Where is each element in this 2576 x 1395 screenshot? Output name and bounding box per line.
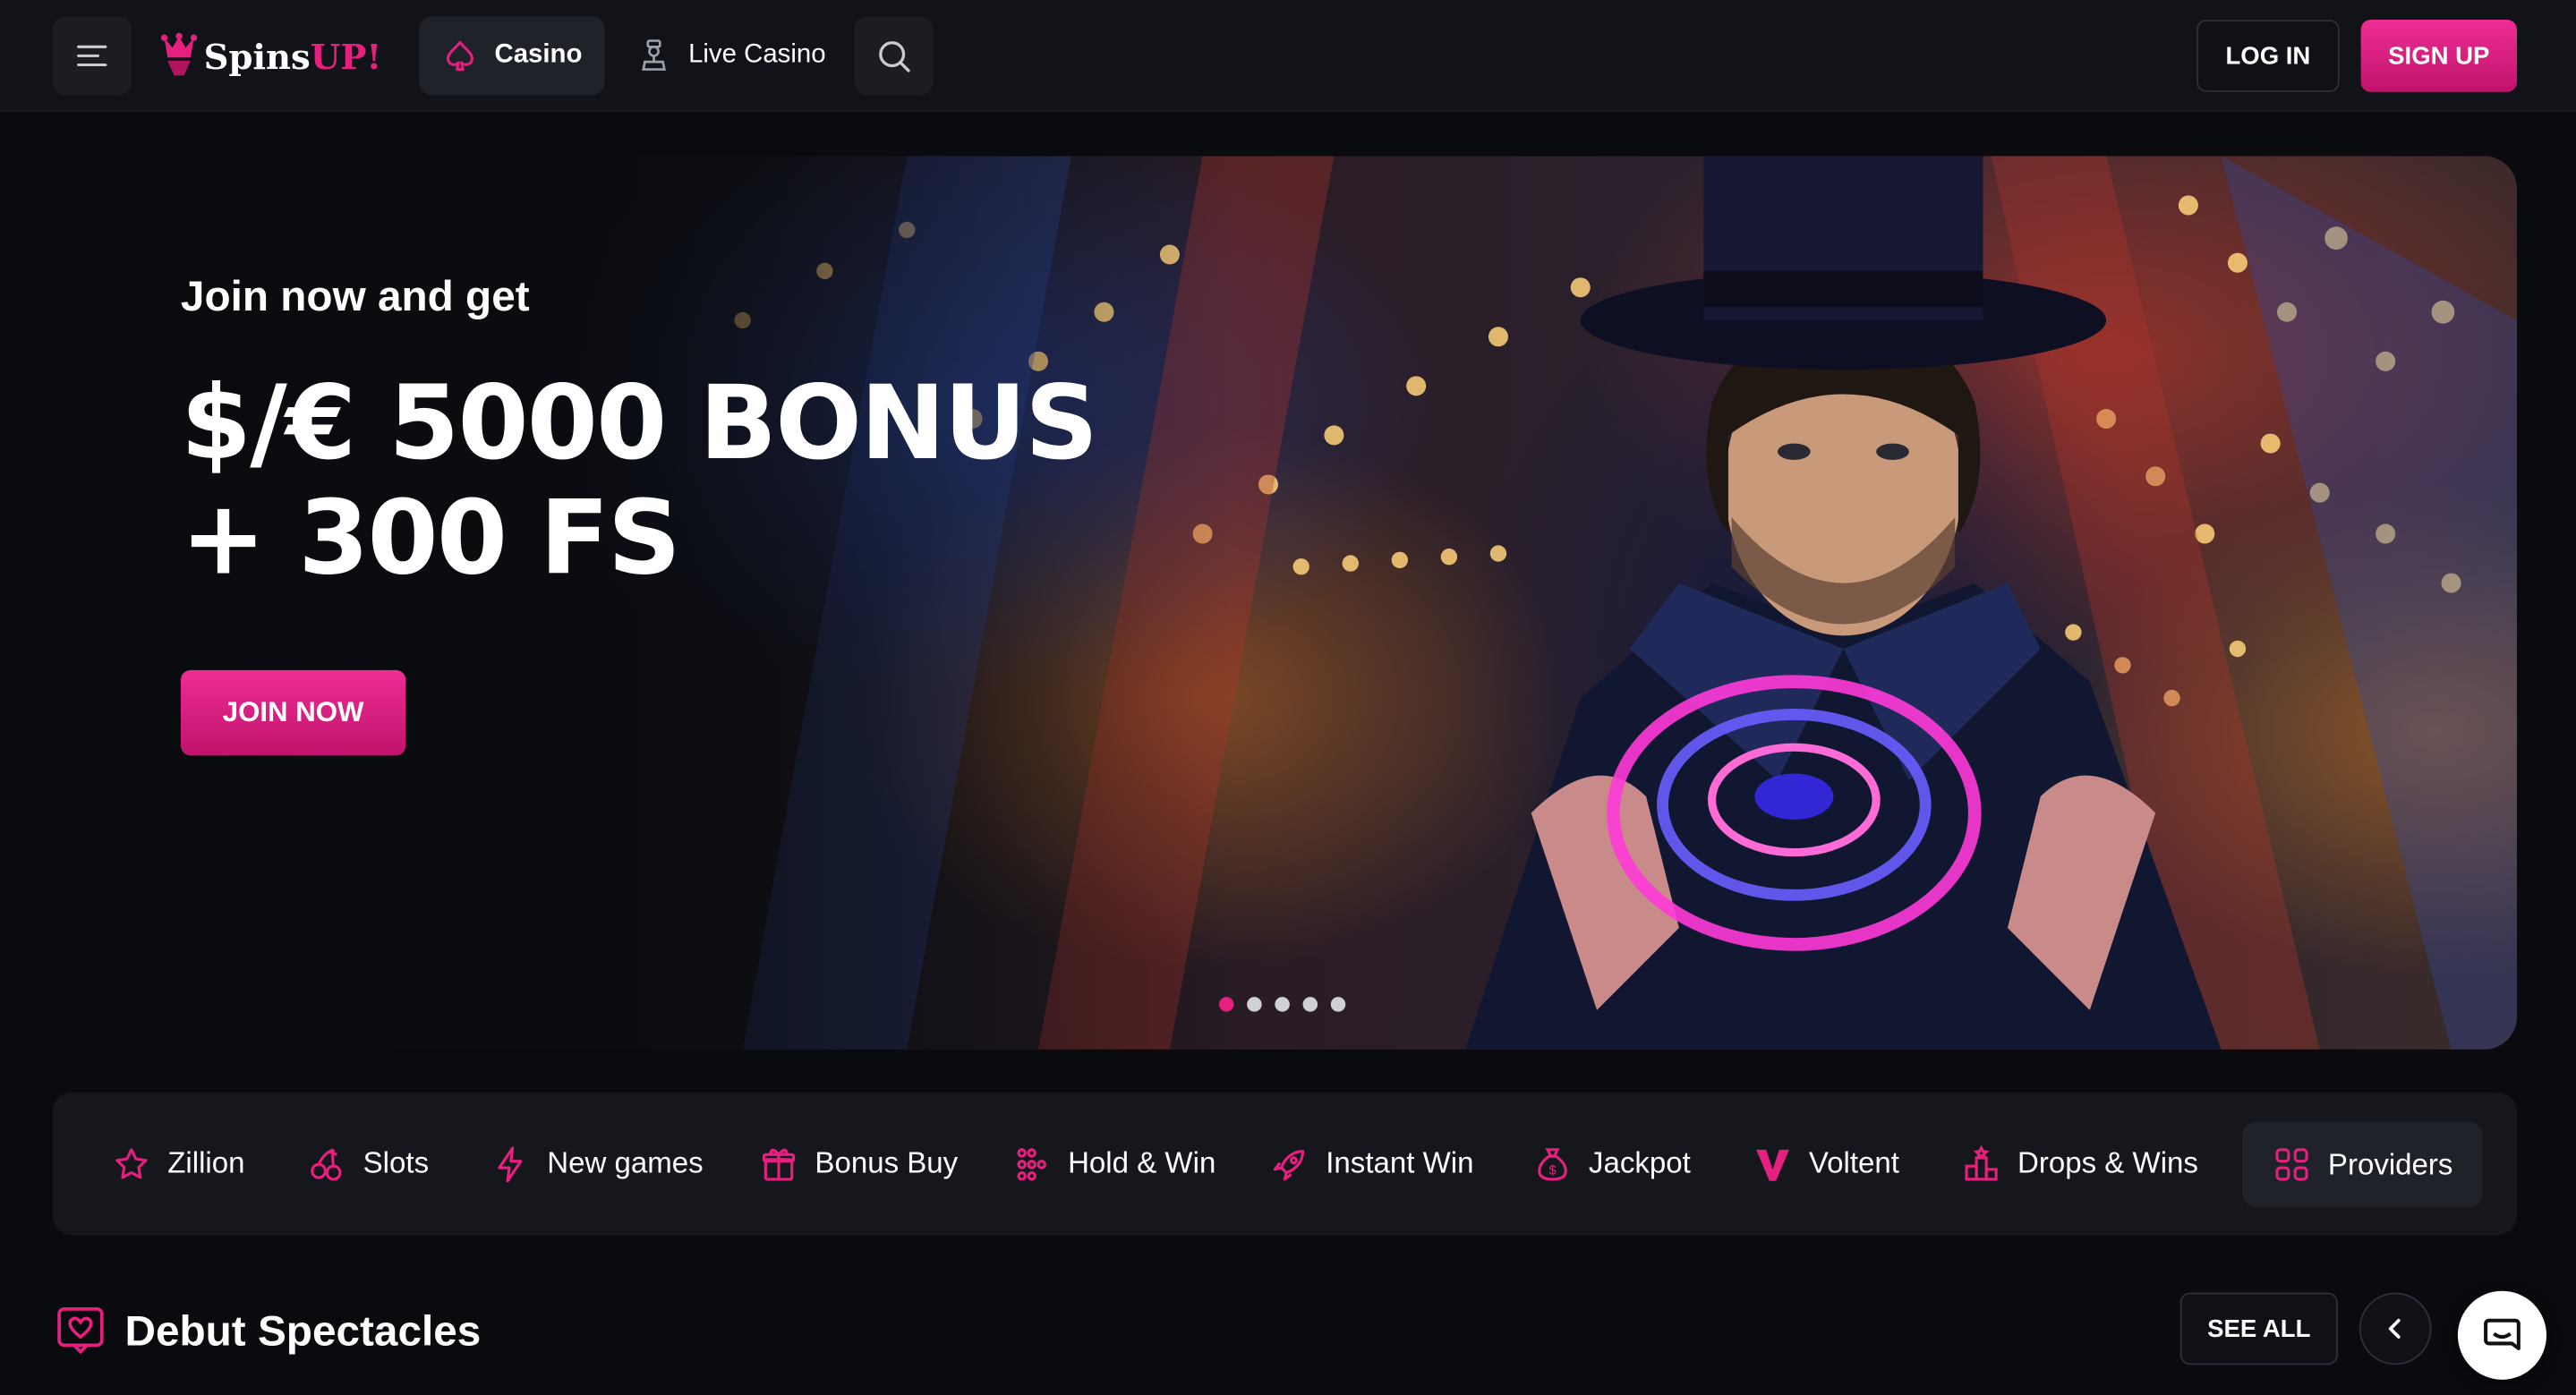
tab-casino-label: Casino: [494, 40, 583, 70]
lightning-icon: [498, 1145, 523, 1182]
category-label: Providers: [2327, 1147, 2453, 1180]
category-label: Slots: [363, 1146, 430, 1179]
prev-button[interactable]: [2358, 1292, 2432, 1365]
carousel-dot[interactable]: [1330, 997, 1346, 1012]
category-zillion[interactable]: Zillion: [112, 1093, 245, 1236]
magician-illustration: [1465, 156, 2222, 1050]
category-slots[interactable]: Slots: [307, 1093, 429, 1236]
category-drops-and-wins[interactable]: Drops & Wins: [1962, 1093, 2198, 1236]
tab-live-casino-label: Live Casino: [688, 40, 826, 70]
top-header: Spins UP! Casino Live Casino LOG IN SIGN …: [0, 0, 2576, 112]
chat-button[interactable]: [2457, 1290, 2547, 1380]
category-voltent[interactable]: Voltent: [1753, 1093, 1899, 1236]
podium-icon: [1965, 1144, 1998, 1180]
see-all-button[interactable]: SEE ALL: [2179, 1292, 2338, 1365]
category-label: Drops & Wins: [2017, 1146, 2198, 1179]
rocket-icon: [1273, 1149, 1305, 1180]
hamburger-icon: [77, 45, 107, 67]
category-hold-and-win[interactable]: Hold & Win: [1012, 1093, 1216, 1236]
category-providers[interactable]: Providers: [2242, 1121, 2483, 1208]
logo-text-up: UP!: [310, 35, 382, 77]
category-new-games[interactable]: New games: [491, 1093, 704, 1236]
money-bag-icon: $: [1538, 1147, 1567, 1180]
carousel-dot[interactable]: [1218, 997, 1234, 1012]
category-bar: Zillion Slots New games Bonus Buy Hold &: [52, 1092, 2517, 1236]
four-squares-icon: [2275, 1148, 2308, 1181]
spade-icon: [446, 40, 473, 72]
site-logo[interactable]: Spins UP!: [158, 23, 381, 89]
login-button[interactable]: LOG IN: [2196, 20, 2340, 92]
jester-logo-icon: [160, 32, 198, 76]
gift-icon: [762, 1147, 796, 1180]
menu-button[interactable]: [52, 16, 132, 96]
carousel-dot[interactable]: [1302, 997, 1318, 1012]
carousel-dot[interactable]: [1247, 997, 1262, 1012]
category-label: Hold & Win: [1068, 1146, 1216, 1179]
page-root: Spins UP! Casino Live Casino LOG IN SIGN …: [0, 0, 2576, 1395]
tab-casino[interactable]: Casino: [419, 16, 606, 96]
hero-banner[interactable]: Join now and get $/€ 5000 BONUS + 300 FS…: [52, 156, 2517, 1050]
search-button[interactable]: [854, 16, 934, 96]
tab-live-casino[interactable]: Live Casino: [613, 16, 849, 95]
join-now-button[interactable]: JOIN NOW: [180, 669, 406, 756]
category-label: Jackpot: [1588, 1146, 1691, 1179]
star-icon: [115, 1147, 148, 1178]
category-jackpot[interactable]: $ Jackpot: [1533, 1093, 1691, 1236]
category-label: Zillion: [167, 1146, 245, 1179]
category-label: New games: [547, 1146, 704, 1179]
hero-headline-line1: $/€ 5000 BONUS: [180, 362, 1098, 483]
section-header: Debut Spectacles: [55, 1297, 481, 1363]
svg-text:$: $: [1548, 1162, 1556, 1177]
chat-icon: [2484, 1318, 2521, 1350]
section-title: Debut Spectacles: [124, 1305, 482, 1355]
hero-kicker: Join now and get: [180, 270, 530, 320]
logo-text-spins: Spins: [203, 35, 311, 77]
signup-button[interactable]: SIGN UP: [2360, 20, 2517, 92]
category-bonus-buy[interactable]: Bonus Buy: [759, 1093, 958, 1236]
voltent-logo-icon: [1756, 1148, 1789, 1180]
category-label: Instant Win: [1326, 1146, 1474, 1179]
grid-dots-icon: [1017, 1147, 1046, 1180]
hero-headline-line2: + 300 FS: [180, 478, 681, 599]
cherry-icon: [311, 1147, 342, 1180]
carousel-dot[interactable]: [1275, 997, 1290, 1012]
carousel-dots: [1218, 997, 1346, 1012]
dealer-icon: [642, 39, 666, 71]
hero-headline: $/€ 5000 BONUS + 300 FS: [180, 362, 1233, 599]
category-label: Bonus Buy: [815, 1146, 959, 1179]
search-icon: [879, 41, 910, 72]
chevron-left-icon: [2388, 1318, 2401, 1339]
category-label: Voltent: [1808, 1146, 1899, 1179]
category-instant-win[interactable]: Instant Win: [1270, 1093, 1474, 1236]
heart-frame-icon: [57, 1307, 104, 1355]
